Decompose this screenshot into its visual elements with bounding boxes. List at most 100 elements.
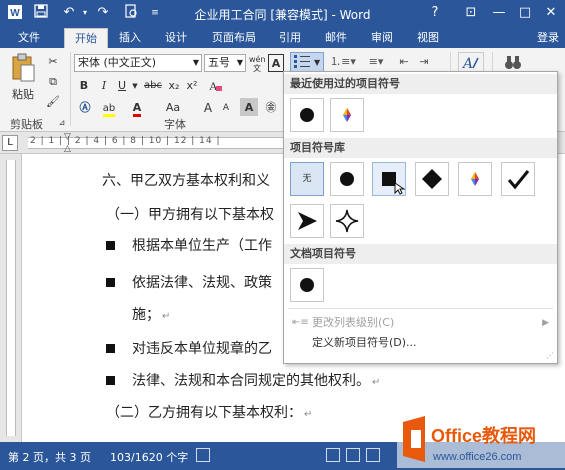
highlight-icon: ab xyxy=(102,103,116,117)
doc-line-text: （二）乙方拥有以下基本权利： xyxy=(106,405,302,421)
print-layout-icon[interactable] xyxy=(346,448,360,462)
grow-font-button[interactable]: A xyxy=(200,98,216,116)
font-size-combo[interactable]: 五号 ▼ xyxy=(204,54,246,72)
indent-marker-icon[interactable]: △ xyxy=(64,144,71,154)
subscript-button[interactable]: x₂ xyxy=(166,76,182,94)
change-list-level-menu-item[interactable]: ⇤≡ 更改列表级别(C) ▶ xyxy=(284,312,557,334)
decrease-indent-icon[interactable]: ⇤ xyxy=(394,52,414,72)
numbering-button[interactable]: ⒈≡▾ xyxy=(328,52,358,72)
bullet-arrow[interactable] xyxy=(290,204,324,238)
tab-insert[interactable]: 插入 xyxy=(112,28,148,48)
change-case-button[interactable]: Aa xyxy=(158,98,188,116)
page-indicator[interactable]: 第 2 页，共 3 页 xyxy=(8,449,91,465)
word-count[interactable]: 103/1620 个字 xyxy=(110,449,188,465)
read-mode-icon[interactable] xyxy=(326,448,340,462)
strikethrough-button[interactable]: abc xyxy=(142,76,164,94)
tab-home[interactable]: 开始 xyxy=(64,28,108,48)
tab-page-layout[interactable]: 页面布局 xyxy=(206,28,262,48)
web-layout-icon[interactable] xyxy=(366,448,380,462)
styles-icon: A xyxy=(461,56,479,72)
minimize-button[interactable]: — xyxy=(488,4,510,22)
login-link[interactable]: 登录 xyxy=(537,29,559,45)
phonetic-guide-button[interactable]: wén 文 xyxy=(248,54,266,73)
char-shading-button[interactable]: A xyxy=(240,98,258,116)
doc-line[interactable]: 根据本单位生产（工作 xyxy=(132,235,272,255)
ribbon-tabs: 文件 开始 插入 设计 页面布局 引用 邮件 审阅 视图 登录 xyxy=(0,26,565,48)
format-painter-icon[interactable]: 🖌 xyxy=(44,92,62,110)
paste-button[interactable]: 粘贴 xyxy=(6,52,40,102)
tab-selector-button[interactable]: L xyxy=(2,135,18,151)
bullet-checkmark[interactable] xyxy=(501,162,535,196)
clipboard-launcher-icon[interactable]: ⊿ xyxy=(56,116,68,128)
bullet-colorful[interactable] xyxy=(458,162,492,196)
cut-icon[interactable]: ✂ xyxy=(44,52,62,70)
indent-marker-icon[interactable]: ▽ xyxy=(64,132,71,142)
doc-line[interactable]: 六、甲乙双方基本权利和义 xyxy=(102,170,270,190)
italic-button[interactable]: I xyxy=(96,76,112,94)
bullet-square[interactable] xyxy=(372,162,406,196)
font-name-combo[interactable]: 宋体 (中文正文) ▼ xyxy=(74,54,202,72)
filled-square-icon xyxy=(373,163,406,195)
filled-diamond-icon xyxy=(416,163,448,195)
recent-bullet-colorful[interactable] xyxy=(330,98,364,132)
shrink-font-button[interactable]: A xyxy=(218,98,234,116)
ribbon-display-button[interactable]: ⊡ xyxy=(460,4,482,22)
doc-line[interactable]: 对违反本单位规章的乙 xyxy=(132,338,272,358)
bullet-star[interactable] xyxy=(330,204,364,238)
bullet-diamond[interactable] xyxy=(415,162,449,196)
doc-line[interactable]: 施； ↵ xyxy=(132,304,170,324)
superscript-button[interactable]: x² xyxy=(184,76,200,94)
doc-line-text: （一）甲方拥有以下基本权 xyxy=(106,207,274,223)
phonetic-guide-text: wén xyxy=(249,55,266,64)
vertical-ruler-bar[interactable] xyxy=(6,160,16,436)
svg-text:A: A xyxy=(461,56,473,72)
separator xyxy=(70,52,71,126)
square-bullet-icon xyxy=(106,344,115,353)
tab-mailings[interactable]: 邮件 xyxy=(318,28,354,48)
underline-button[interactable]: U xyxy=(114,76,130,94)
define-new-bullet-menu-item[interactable]: 定义新项目符号(D)... xyxy=(284,332,557,354)
bullet-circle[interactable] xyxy=(330,162,364,196)
tab-file[interactable]: 文件 xyxy=(0,28,58,48)
document-bullet-circle[interactable] xyxy=(290,268,324,302)
doc-line[interactable]: （二）乙方拥有以下基本权利： ↵ xyxy=(106,402,312,422)
square-bullet-icon xyxy=(106,241,115,250)
maximize-button[interactable]: □ xyxy=(514,4,536,22)
font-color-button[interactable]: A xyxy=(124,98,150,117)
bold-button[interactable]: B xyxy=(76,76,92,94)
recent-bullet-circle[interactable] xyxy=(290,98,324,132)
logo-brand-text: Office教程网 xyxy=(431,425,536,446)
bullet-none[interactable]: 无 xyxy=(290,162,324,196)
doc-line[interactable]: 法律、法规和本合同规定的其他权利。 ↵ xyxy=(132,370,380,390)
paragraph-mark: ↵ xyxy=(162,311,171,322)
close-button[interactable]: ✕ xyxy=(540,4,562,22)
chevron-down-icon[interactable]: ▼ xyxy=(130,76,140,94)
highlight-button[interactable]: ab xyxy=(96,98,122,117)
tab-references[interactable]: 引用 xyxy=(272,28,308,48)
multilevel-list-button[interactable]: ≡▾ xyxy=(362,52,390,72)
proofing-icon[interactable] xyxy=(196,448,210,462)
resize-grip-icon[interactable]: ⋰ xyxy=(546,351,554,360)
font-name-value: 宋体 (中文正文) xyxy=(78,56,157,69)
menu-separator xyxy=(288,308,553,309)
doc-line[interactable]: （一）甲方拥有以下基本权 xyxy=(106,204,274,224)
doc-line-text: 对违反本单位规章的乙 xyxy=(132,341,272,357)
doc-line[interactable]: 依据法律、法规、政策 xyxy=(132,272,272,292)
copy-icon[interactable]: ⧉ xyxy=(44,72,62,90)
bullets-button[interactable]: ▼ xyxy=(290,52,324,72)
doc-line-text: 六、甲乙双方基本权利和义 xyxy=(102,173,270,189)
tab-design[interactable]: 设计 xyxy=(158,28,194,48)
text-effects-button[interactable]: Ⓐ xyxy=(76,98,94,116)
filled-circle-icon xyxy=(291,269,323,301)
help-button[interactable]: ? xyxy=(424,4,446,22)
clear-formatting-button[interactable]: A xyxy=(206,76,266,94)
square-bullet-icon xyxy=(106,376,115,385)
char-border-button[interactable]: A xyxy=(268,54,284,72)
increase-indent-icon[interactable]: ⇥ xyxy=(414,52,434,72)
bullet-library-dropdown: 最近使用过的项目符号 项目符号库 无 文档项目符号 ⇤≡ 更改列表级别(C) ▶… xyxy=(283,71,558,364)
enclose-char-button[interactable]: ㊎ xyxy=(262,98,280,116)
tab-review[interactable]: 审阅 xyxy=(364,28,400,48)
tab-view[interactable]: 视图 xyxy=(410,28,446,48)
change-list-level-label: 更改列表级别(C) xyxy=(312,316,395,329)
chevron-down-icon: ▼ xyxy=(192,58,199,67)
